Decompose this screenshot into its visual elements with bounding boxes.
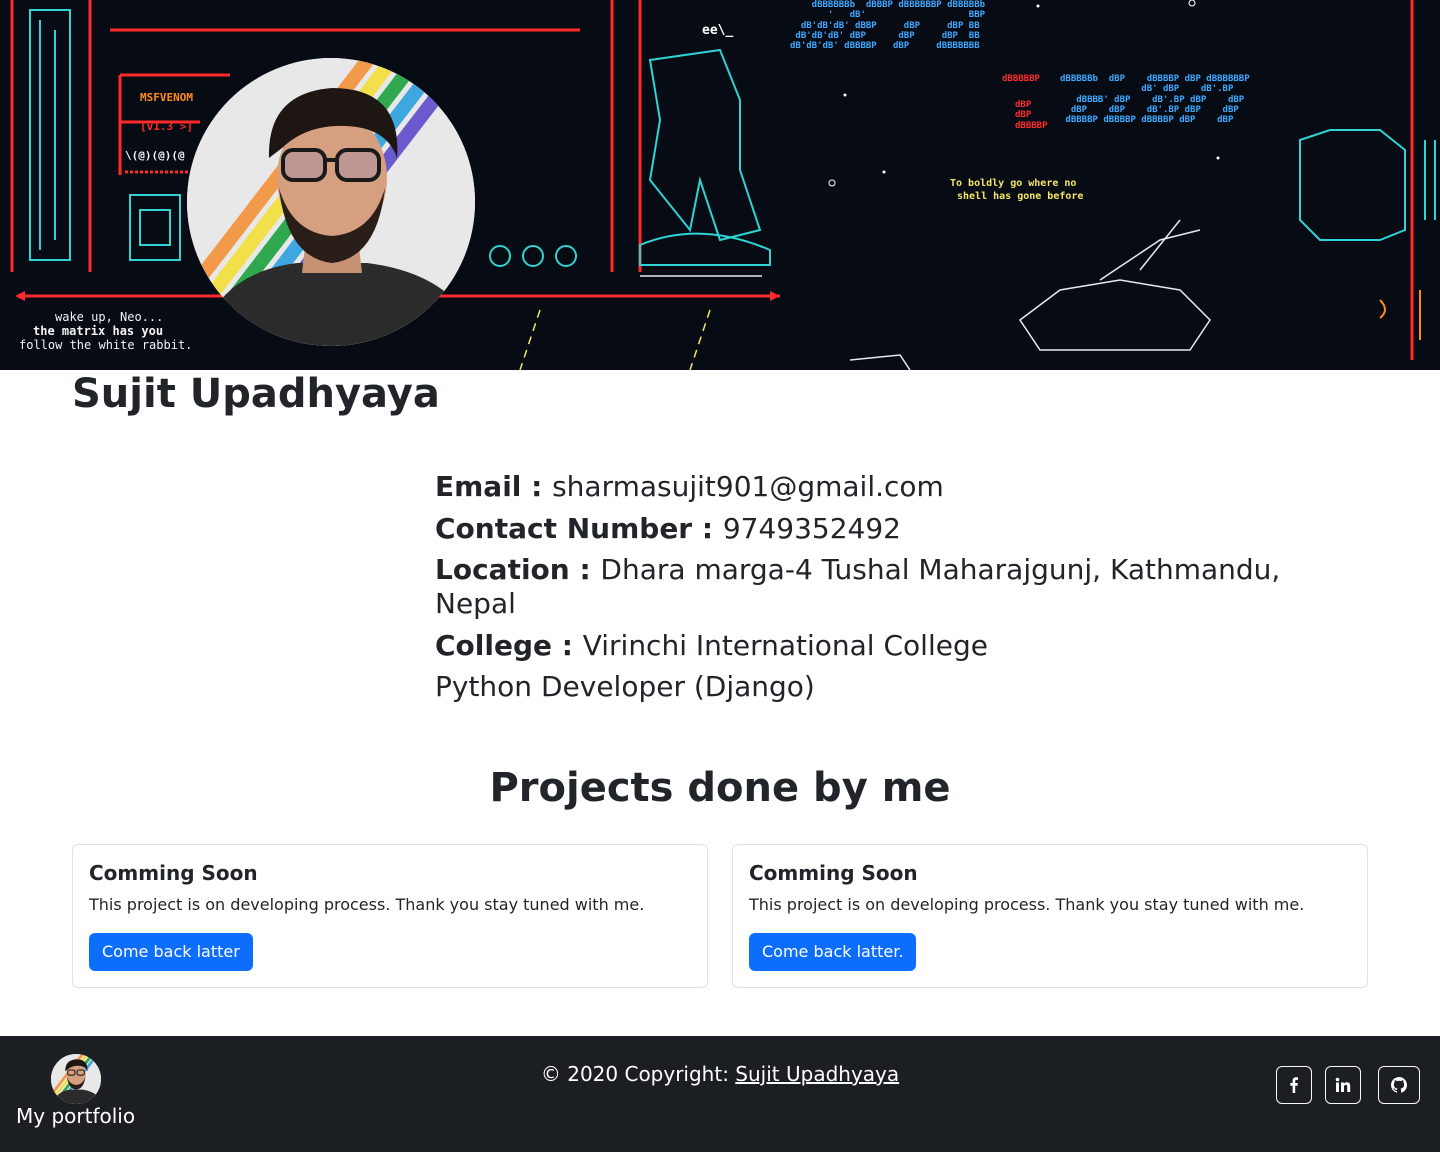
facebook-button[interactable] xyxy=(1276,1066,1312,1104)
college-value: Virinchi International College xyxy=(582,628,988,662)
project-card: Comming Soon This project is on developi… xyxy=(72,844,708,988)
contact-row: Contact Number : 9749352492 xyxy=(435,512,1335,546)
profile-name: Sujit Upadhyaya xyxy=(72,371,440,417)
banner-neo-line3: follow the white rabbit. xyxy=(19,338,193,352)
role-row: Python Developer (Django) xyxy=(435,670,815,704)
copyright-prefix: © 2020 Copyright: xyxy=(540,1062,736,1086)
location-label: Location : xyxy=(435,553,601,587)
copyright: © 2020 Copyright: Sujit Upadhyaya xyxy=(0,1060,1440,1088)
banner-ascii-block-blue-2: dBBBBBb dBP dBBBBP dBP dBBBBBBP dB' dBP … xyxy=(1060,74,1250,126)
come-back-button[interactable]: Come back latter xyxy=(89,933,253,971)
banner-shell-line1: To boldly go where no xyxy=(950,178,1077,189)
banner-shell-line2: shell has gone before xyxy=(957,191,1084,202)
banner-ascii-red-2: dBP dBP dBBBBP xyxy=(1015,100,1048,131)
banner-ascii-ee: ee\_ xyxy=(702,23,734,38)
location-row: Location : Dhara marga-4 Tushal Maharajg… xyxy=(435,553,1335,621)
banner-ascii-block-red: dBBBBBP xyxy=(1002,74,1040,84)
banner-version-text: [v1.3 >] xyxy=(140,120,193,133)
footer: My portfolio © 2020 Copyright: Sujit Upa… xyxy=(0,1036,1440,1152)
github-icon xyxy=(1391,1077,1407,1093)
banner-neo-line2: the matrix has you xyxy=(33,324,164,338)
contact-label: Contact Number : xyxy=(435,511,723,545)
contact-value: 9749352492 xyxy=(722,511,901,545)
project-card: Comming Soon This project is on developi… xyxy=(732,844,1368,988)
facebook-icon xyxy=(1290,1077,1298,1093)
linkedin-button[interactable] xyxy=(1325,1066,1361,1104)
project-card-title: Comming Soon xyxy=(89,861,258,885)
banner-neo-line1: wake up, Neo... xyxy=(55,310,164,324)
banner-msfvenom-text: MSFVENOM xyxy=(140,91,193,104)
footer-brand-link[interactable]: My portfolio xyxy=(16,1102,135,1130)
projects-title: Projects done by me xyxy=(489,765,951,811)
profile-photo xyxy=(187,58,475,346)
github-button[interactable] xyxy=(1378,1066,1420,1104)
project-card-text: This project is on developing process. T… xyxy=(749,895,1305,914)
come-back-button[interactable]: Come back latter. xyxy=(749,933,917,971)
copyright-name-link[interactable]: Sujit Upadhyaya xyxy=(735,1062,899,1086)
email-label: Email : xyxy=(435,470,553,503)
college-row: College : Virinchi International College xyxy=(435,629,1335,663)
linkedin-icon xyxy=(1335,1077,1351,1092)
profile-info: Email : sharmasujit901@gmail.com Contact… xyxy=(435,470,1335,712)
project-card-text: This project is on developing process. T… xyxy=(89,895,645,914)
banner-ascii-faces: \(@)(@)(@ xyxy=(125,149,185,162)
email-value: sharmasujit901@gmail.com xyxy=(552,470,944,503)
project-card-title: Comming Soon xyxy=(749,861,918,885)
banner-ascii-block-blue: dBBBBBBb dBBBP dBBBBBBP dBBBBBb ' dB' BB… xyxy=(790,0,986,52)
email-row: Email : sharmasujit901@gmail.com xyxy=(435,470,1335,504)
header-banner: MSFVENOM [v1.3 >] \(@)(@)(@ dBBBBBBb dBB… xyxy=(0,0,1440,370)
college-label: College : xyxy=(435,628,583,662)
profile-avatar xyxy=(187,58,475,346)
